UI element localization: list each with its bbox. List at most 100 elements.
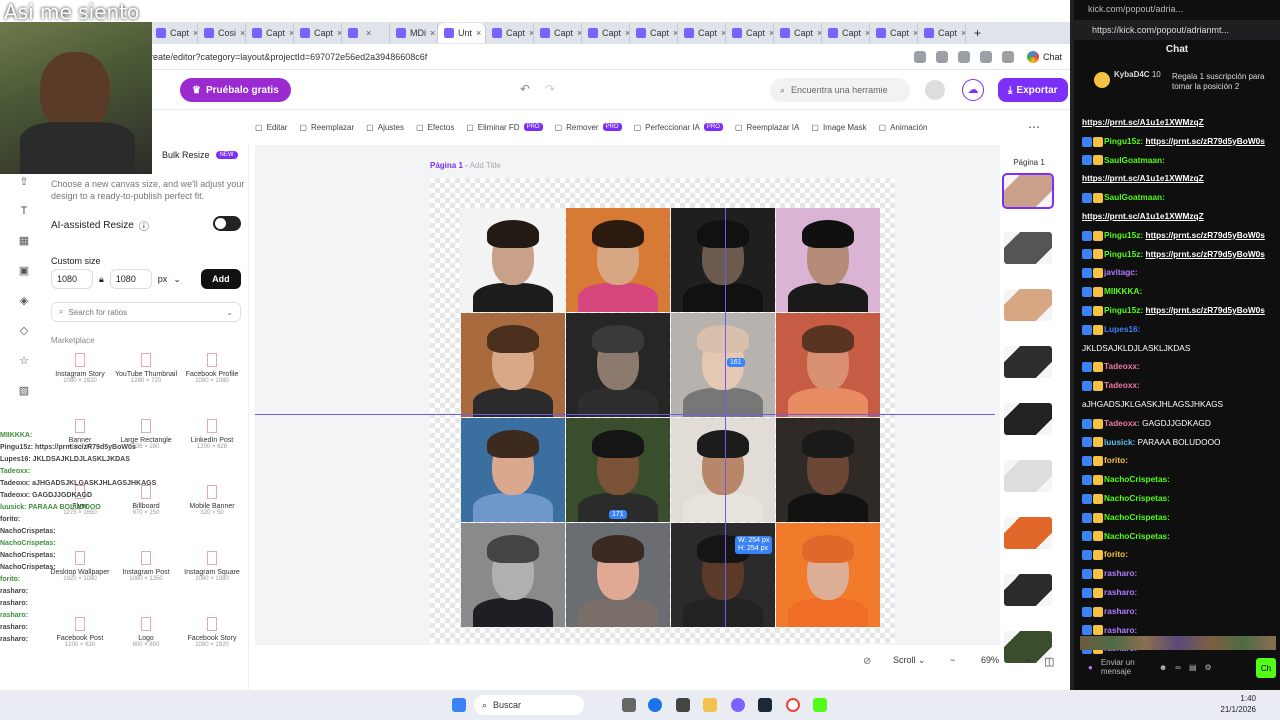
browser-tab[interactable]: Capt × [294, 23, 342, 43]
upload-icon[interactable]: ⇧ [19, 175, 28, 188]
browser-tab[interactable]: Capt × [870, 23, 918, 43]
toolbar-remover[interactable]: ▢ Remover PRO [555, 123, 622, 132]
emote-bar[interactable] [1080, 636, 1276, 650]
kick-url-bar[interactable]: https://kick.com/popout/adrianmt... [1074, 20, 1280, 40]
store-icon[interactable]: ▤ [1189, 663, 1197, 672]
browser-tab[interactable]: Capt × [246, 23, 294, 43]
translate-icon[interactable] [913, 50, 926, 63]
toolbar-efectos[interactable]: ▢ Efectos [416, 123, 454, 132]
chevron-down-icon[interactable]: ⌄ [173, 274, 181, 285]
toolbar-reemplazar-ia[interactable]: ▢ Reemplazar IA [735, 123, 799, 132]
collage-photo[interactable] [566, 313, 670, 417]
browser-tab[interactable]: Capt × [582, 23, 630, 43]
task-view-icon[interactable] [622, 698, 636, 712]
kick-icon[interactable] [813, 698, 827, 712]
collage-photo[interactable] [671, 208, 775, 312]
pattern-icon[interactable]: ▧ [19, 384, 29, 397]
settings-icon[interactable]: ⚙ [1205, 663, 1212, 672]
page-thumbnail[interactable] [1004, 346, 1052, 378]
collage-photo[interactable] [566, 523, 670, 627]
page-thumbnail[interactable] [1004, 289, 1052, 321]
collage-photo[interactable] [671, 313, 775, 417]
chat-input[interactable]: ● Enviar un mensaje ☻ ∞ ▤ ⚙ [1088, 654, 1268, 680]
collage-photo[interactable] [566, 418, 670, 522]
preset-card[interactable]: YouTube Thumbnail 1280 × 720 [115, 350, 177, 410]
toolbar-editar[interactable]: ▢ Editar [255, 123, 287, 132]
undo-icon[interactable]: ↶ [520, 82, 530, 96]
mic-icon[interactable]: ● [1088, 663, 1093, 672]
browser-tab[interactable]: Capt × [774, 23, 822, 43]
new-tab-icon[interactable]: + [974, 26, 981, 40]
elements-icon[interactable]: ◈ [20, 294, 28, 307]
collage-photo[interactable] [461, 208, 565, 312]
chrome-icon[interactable] [786, 698, 800, 712]
lock-icon[interactable]: 🔒︎ [99, 274, 104, 285]
browser-tab[interactable]: Unt × [438, 23, 486, 43]
edge-icon[interactable] [648, 698, 662, 712]
collage-photo[interactable] [461, 523, 565, 627]
page-thumbnail[interactable] [1004, 517, 1052, 549]
bookmark-icon[interactable] [935, 50, 948, 63]
extension-icon[interactable] [957, 50, 970, 63]
star-icon[interactable]: ☆ [19, 354, 29, 367]
height-field[interactable]: 1080 [109, 269, 152, 289]
windows-start-icon[interactable] [452, 698, 466, 712]
browser-tab[interactable]: Capt × [150, 23, 198, 43]
system-clock[interactable]: 1:40 21/1/2026 [1220, 693, 1256, 715]
avatar[interactable] [925, 80, 945, 100]
add-size-button[interactable]: Add [200, 269, 241, 289]
collage-photo[interactable] [461, 313, 565, 417]
page-thumbnail[interactable] [1004, 574, 1052, 606]
unit-select[interactable]: px [158, 274, 168, 284]
close-icon[interactable]: × [240, 28, 245, 38]
preset-card[interactable]: Instagram Story 1080 × 1920 [49, 350, 111, 410]
toolbar-reemplazar[interactable]: ▢ Reemplazar [299, 123, 354, 132]
close-icon[interactable]: × [476, 28, 481, 38]
toolbar-animación[interactable]: ▢ Animación [879, 123, 928, 132]
browser-tab[interactable]: Cosi × [198, 23, 246, 43]
collage-photo[interactable] [776, 418, 880, 522]
profile-icon[interactable] [1001, 50, 1014, 63]
send-chat-button[interactable]: Ch [1256, 658, 1276, 678]
gemini-chat-button[interactable]: Chat [1026, 50, 1062, 63]
folder-icon[interactable] [703, 698, 717, 712]
ai-resize-toggle[interactable] [213, 216, 241, 231]
steam-icon[interactable] [758, 698, 772, 712]
brand-icon[interactable]: ◇ [20, 324, 28, 337]
browser-tab[interactable]: Capt × [534, 23, 582, 43]
emoji-icon[interactable]: ☻ [1159, 663, 1167, 672]
collage-photo[interactable] [461, 418, 565, 522]
browser-tab[interactable]: Capt × [630, 23, 678, 43]
layout-icon[interactable]: ▦ [19, 234, 29, 247]
collage-photo[interactable] [566, 208, 670, 312]
link-icon[interactable]: ∞ [1175, 663, 1181, 672]
browser-tab[interactable]: MDi × [390, 23, 438, 43]
page-thumbnail[interactable] [1004, 403, 1052, 435]
width-field[interactable]: 1080 [51, 269, 93, 289]
image-icon[interactable]: ▣ [19, 264, 29, 277]
discord-icon[interactable] [731, 698, 745, 712]
page-thumbnail[interactable] [1004, 460, 1052, 492]
close-icon[interactable]: × [961, 28, 965, 38]
collage-photo[interactable] [671, 418, 775, 522]
hide-icon[interactable]: ⊘ [863, 656, 871, 667]
browser-tab[interactable]: Capt × [822, 23, 870, 43]
zoom-level[interactable]: 69% [981, 655, 999, 665]
photo-collage-grid[interactable] [461, 208, 880, 627]
extension-icon[interactable] [979, 50, 992, 63]
text-icon[interactable]: T [21, 205, 28, 217]
page-thumbnail[interactable] [1004, 232, 1052, 264]
toolbar-image-mask[interactable]: ▢ Image Mask [811, 123, 866, 132]
tool-search-input[interactable]: ⌕ Encuentra una herramie [770, 78, 910, 102]
scroll-mode-select[interactable]: Scroll ⌄ [893, 655, 926, 666]
collage-photo[interactable] [776, 523, 880, 627]
browser-tab[interactable]: Capt × [918, 23, 966, 43]
toolbar-eliminar-fd[interactable]: ▢ Eliminar FD PRO [466, 123, 543, 132]
layers-icon[interactable]: ◫ [1044, 655, 1054, 668]
browser-tab[interactable]: × [342, 23, 390, 43]
cloud-icon[interactable]: ☁ [962, 79, 984, 101]
close-icon[interactable]: × [366, 28, 371, 38]
store-icon[interactable] [676, 698, 690, 712]
browser-tab[interactable]: Capt × [726, 23, 774, 43]
zoom-out-button[interactable]: − [950, 655, 955, 665]
